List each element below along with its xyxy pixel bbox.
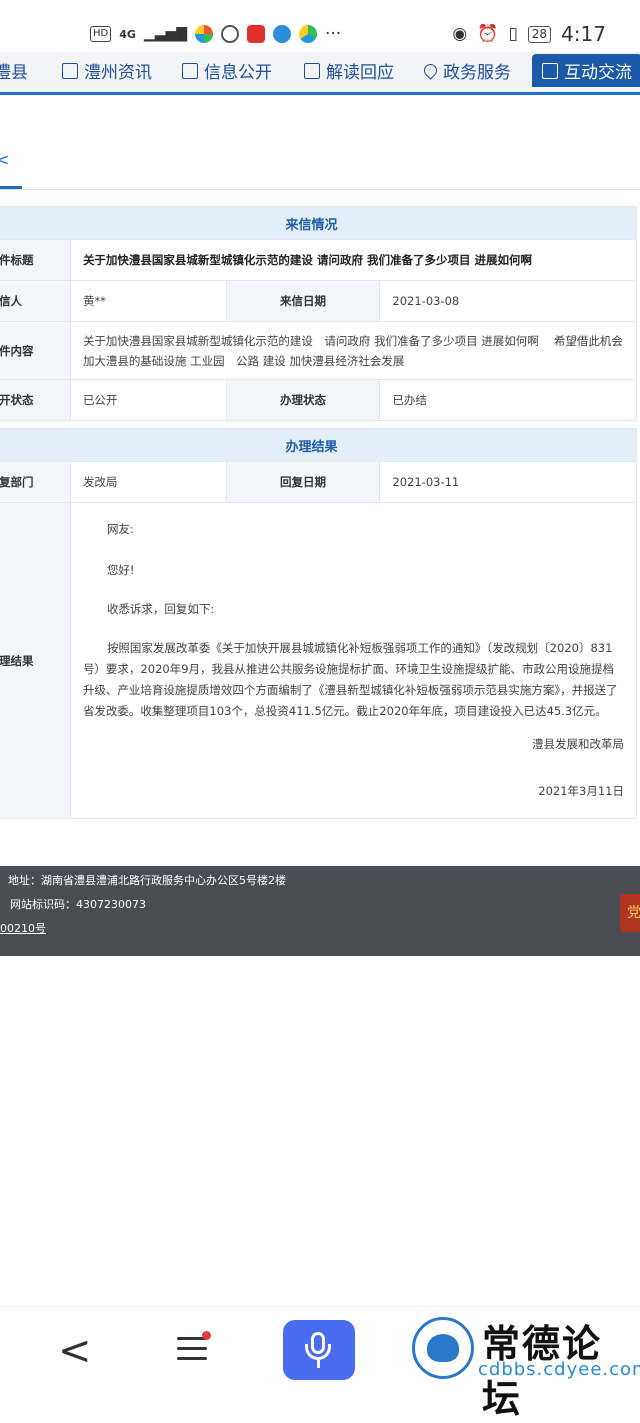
site-nav: 澧县 澧州资讯 信息公开 解读回应 政务服务 互动交流	[0, 52, 640, 95]
app-icon-3	[247, 25, 265, 43]
table-row: 件内容 关于加快澧县国家县城新型城镇化示范的建设 请问政府 我们准备了多少项目 …	[0, 321, 638, 380]
nav-label: 信息公开	[204, 63, 272, 83]
nav-item-interpretation[interactable]: 解读回应	[304, 58, 394, 83]
public-status-label: 开状态	[0, 379, 71, 421]
app-icon-4	[273, 25, 291, 43]
voice-search-button[interactable]	[283, 1320, 355, 1380]
table-row: 件标题 关于加快澧县国家县城新型城镇化示范的建设 请问政府 我们准备了多少项目 …	[0, 239, 638, 281]
dept-label: 复部门	[0, 461, 71, 503]
reply-greeting: 网友:	[106, 522, 134, 536]
footer-site-code: 网站标识码：4307230073	[10, 898, 146, 911]
bookmark-icon	[304, 62, 320, 79]
chat-icon	[542, 62, 558, 79]
sender-value: 黄**	[69, 280, 227, 322]
nav-label: 澧县	[0, 63, 28, 83]
process-status-label: 办理状态	[225, 379, 381, 421]
more-icon: ···	[325, 24, 342, 44]
nav-item-interaction[interactable]: 互动交流	[532, 54, 640, 87]
table-row: 信人 黄** 来信日期 2021-03-08	[0, 280, 637, 322]
nav-label: 澧州资讯	[84, 63, 152, 83]
subject-label: 件标题	[0, 239, 71, 281]
news-icon	[62, 62, 78, 79]
nav-item-news[interactable]: 澧州资讯	[62, 58, 152, 83]
clock: 4:17	[561, 22, 606, 46]
vibrate-icon: ▯	[508, 24, 518, 44]
letter-table: 来信情况 件标题 关于加快澧县国家县城新型城镇化示范的建设 请问政府 我们准备了…	[0, 206, 638, 819]
page-footer: 地址：湖南省澧县澧浦北路行政服务中心办公区5号楼2楼 网站标识码：4307230…	[0, 866, 640, 956]
signal-icon: ▁▃▅▇	[143, 26, 187, 42]
content-value: 关于加快澧县国家县城新型城镇化示范的建设 请问政府 我们准备了多少项目 进展如何…	[69, 321, 638, 380]
eye-icon: ◉	[452, 24, 468, 44]
process-status-value: 已办结	[379, 379, 637, 421]
document-icon	[182, 62, 198, 79]
footer-record-link[interactable]: 00210号	[0, 920, 46, 936]
reply-paragraph: 按照国家发展改革委《关于加快开展县城城镇化补短板强弱项工作的通知》（发改规划〔2…	[82, 641, 618, 718]
content-label: 件内容	[0, 321, 71, 380]
back-button[interactable]: <	[58, 1331, 92, 1371]
nav-item-services[interactable]: 政务服务	[421, 58, 511, 83]
date-value: 2021-03-08	[379, 280, 637, 322]
nav-label: 互动交流	[564, 63, 632, 83]
dept-value: 发改局	[69, 461, 227, 503]
subject-value: 关于加快澧县国家县城新型城镇化示范的建设 请问政府 我们准备了多少项目 进展如何…	[69, 239, 638, 281]
sender-label: 信人	[0, 280, 71, 322]
notification-dot	[202, 1331, 211, 1340]
public-status-value: 已公开	[69, 379, 227, 421]
reply-date-value: 2021-03-11	[379, 461, 637, 503]
nav-item-home[interactable]: 澧县	[0, 58, 28, 83]
app-icon-5	[299, 25, 317, 43]
browser-bottom-bar: < 常德论坛 cdbbs.cdyee.com	[0, 1306, 640, 1421]
nav-item-disclosure[interactable]: 信息公开	[182, 58, 272, 83]
app-icon-2	[221, 25, 239, 43]
alarm-icon: ⏰	[477, 24, 499, 44]
date-label: 来信日期	[225, 280, 381, 322]
hd-badge: HD	[90, 26, 112, 42]
watermark-url: cdbbs.cdyee.com	[478, 1359, 640, 1380]
tab-label[interactable]: <	[0, 150, 9, 169]
network-label: 4G	[119, 27, 136, 41]
reply-body: 网友: 您好! 收悉诉求，回复如下: 按照国家发展改革委《关于加快开展县城城镇化…	[69, 502, 638, 819]
heart-icon	[421, 61, 440, 80]
nav-label: 政务服务	[443, 63, 511, 83]
table-row: 复部门 发改局 回复日期 2021-03-11	[0, 461, 637, 503]
section-letter: 来信情况	[0, 206, 637, 240]
table-row: 开状态 已公开 办理状态 已办结	[0, 379, 637, 421]
watermark-logo-icon	[412, 1317, 474, 1379]
reply-date-label: 回复日期	[225, 461, 381, 503]
result-label: 理结果	[0, 502, 71, 819]
reply-intro: 收悉诉求，回复如下:	[106, 602, 215, 616]
nav-label: 解读回应	[326, 63, 394, 83]
table-row: 理结果 网友: 您好! 收悉诉求，回复如下: 按照国家发展改革委《关于加快开展县…	[0, 502, 638, 819]
reply-sign-date: 2021年3月11日	[538, 784, 624, 798]
reply-signature: 澧县发展和改革局	[532, 737, 624, 751]
tab-divider	[0, 189, 640, 190]
battery-icon: 28	[527, 25, 552, 43]
party-emblem-icon[interactable]: 党	[620, 894, 640, 932]
reply-hello: 您好!	[106, 563, 135, 577]
footer-address: 地址：湖南省澧县澧浦北路行政服务中心办公区5号楼2楼	[8, 874, 286, 887]
section-title: 办理结果	[0, 428, 637, 462]
section-title: 来信情况	[0, 206, 637, 240]
menu-button[interactable]	[177, 1331, 211, 1367]
app-icon-1	[195, 25, 213, 43]
section-result: 办理结果	[0, 428, 637, 462]
